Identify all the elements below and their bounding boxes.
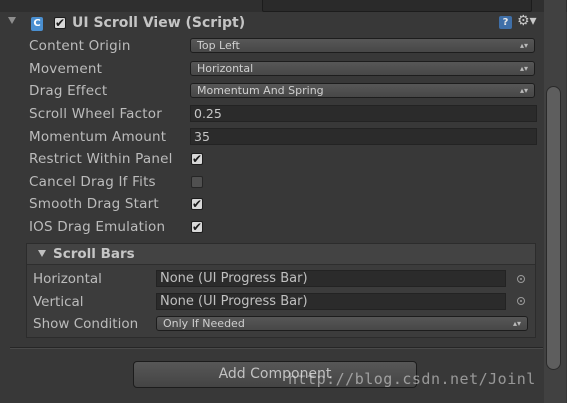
drag-effect-label: Drag Effect — [29, 83, 108, 99]
smooth-drag-start-checkbox[interactable]: ✔ — [191, 198, 203, 210]
previous-component-strip — [0, 0, 567, 12]
cancel-drag-if-fits-label: Cancel Drag If Fits — [29, 174, 156, 190]
ios-drag-emulation-checkbox[interactable]: ✔ — [191, 221, 203, 233]
dropdown-arrows-icon: ▴▾ — [519, 41, 528, 50]
vertical-label: Vertical — [33, 294, 84, 310]
momentum-amount-label: Momentum Amount — [29, 129, 167, 145]
show-condition-value: Only If Needed — [163, 317, 245, 330]
content-origin-dropdown[interactable]: Top Left ▴▾ — [190, 38, 535, 53]
movement-value: Horizontal — [197, 62, 254, 75]
horizontal-picker-icon[interactable] — [517, 275, 525, 283]
smooth-drag-start-label: Smooth Drag Start — [29, 196, 159, 212]
script-icon: C — [31, 17, 43, 31]
horizontal-object-field[interactable]: None (UI Progress Bar) — [156, 270, 506, 287]
ios-drag-emulation-label: IOS Drag Emulation — [29, 219, 166, 235]
dropdown-arrows-icon: ▴▾ — [512, 319, 521, 328]
cancel-drag-if-fits-checkbox[interactable] — [191, 176, 203, 188]
divider-highlight — [10, 348, 543, 349]
dropdown-arrows-icon: ▴▾ — [519, 64, 528, 73]
vertical-scrollbar-thumb[interactable] — [546, 86, 561, 370]
vertical-picker-icon[interactable] — [517, 297, 525, 305]
content-origin-value: Top Left — [197, 39, 240, 52]
watermark-text: http://blog.csdn.net/Joinl — [288, 370, 536, 388]
help-icon[interactable]: ? — [499, 16, 512, 29]
foldout-arrow-icon[interactable] — [8, 17, 16, 24]
vertical-object-field[interactable]: None (UI Progress Bar) — [156, 293, 506, 310]
component-enabled-checkbox[interactable]: ✔ — [54, 17, 66, 29]
momentum-amount-field[interactable]: 35 — [190, 128, 537, 145]
scroll-bars-title: Scroll Bars — [53, 246, 135, 262]
movement-label: Movement — [29, 61, 103, 77]
previous-field[interactable] — [262, 0, 532, 12]
restrict-within-panel-checkbox[interactable]: ✔ — [191, 153, 203, 165]
drag-effect-value: Momentum And Spring — [197, 84, 324, 97]
show-condition-label: Show Condition — [33, 316, 139, 332]
restrict-within-panel-label: Restrict Within Panel — [29, 151, 173, 167]
show-condition-dropdown[interactable]: Only If Needed ▴▾ — [156, 316, 528, 331]
scroll-bars-foldout-icon[interactable] — [38, 250, 46, 257]
movement-dropdown[interactable]: Horizontal ▴▾ — [190, 61, 535, 76]
scroll-wheel-factor-label: Scroll Wheel Factor — [29, 106, 162, 122]
gear-icon[interactable]: ⚙▾ — [517, 13, 537, 29]
dropdown-arrows-icon: ▴▾ — [519, 86, 528, 95]
component-title: UI Scroll View (Script) — [72, 15, 246, 31]
horizontal-label: Horizontal — [33, 271, 102, 287]
content-origin-label: Content Origin — [29, 38, 131, 54]
scroll-wheel-factor-field[interactable]: 0.25 — [190, 105, 537, 122]
drag-effect-dropdown[interactable]: Momentum And Spring ▴▾ — [190, 83, 535, 98]
